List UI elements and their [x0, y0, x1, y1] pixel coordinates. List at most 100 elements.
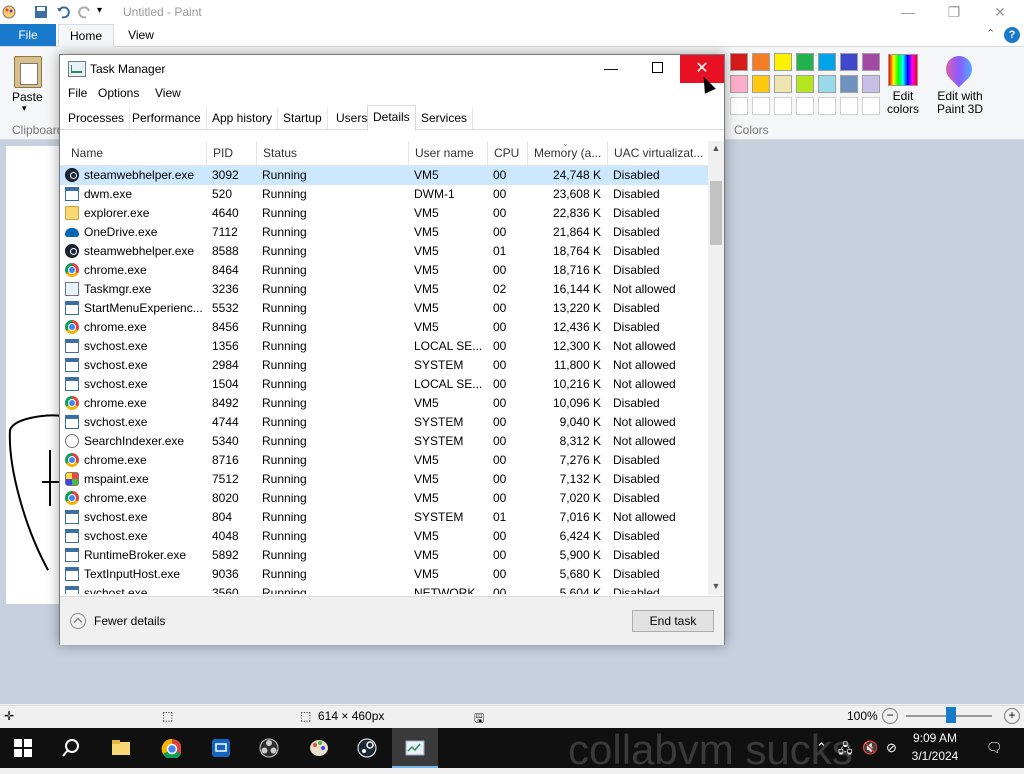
color-swatch[interactable] [730, 53, 748, 71]
color-swatch-empty[interactable] [796, 97, 814, 115]
undo-icon[interactable] [56, 5, 70, 19]
fewer-details-link[interactable]: Fewer details [94, 614, 165, 628]
customize-qat-icon[interactable]: ▾ [97, 5, 111, 19]
end-task-button[interactable]: End task [632, 610, 714, 632]
paint-maximize-button[interactable]: ❐ [931, 2, 977, 22]
table-row[interactable]: SearchIndexer.exe 5340 Running SYSTEM 00 8,31… [60, 432, 708, 451]
taskbar-app-remote[interactable] [198, 728, 244, 768]
column-header[interactable]: CPU [487, 141, 527, 165]
table-row[interactable]: svchost.exe 804 Running SYSTEM 01 7,016 K Not … [60, 508, 708, 527]
scroll-up-icon[interactable]: ▲ [708, 143, 724, 153]
network-icon[interactable]: 🖧 [838, 740, 853, 762]
table-row[interactable]: dwm.exe 520 Running DWM-1 00 23,608 K Disabled [60, 185, 708, 204]
color-swatch[interactable] [774, 53, 792, 71]
color-swatch[interactable] [818, 53, 836, 71]
table-row[interactable]: chrome.exe 8464 Running VM5 00 18,716 K Disabl… [60, 261, 708, 280]
task-manager-titlebar[interactable]: Task Manager — ✕ [60, 55, 724, 83]
taskbar-chrome[interactable] [148, 728, 194, 768]
table-row[interactable]: svchost.exe 4048 Running VM5 00 6,424 K Disabl… [60, 527, 708, 546]
tray-clock-date[interactable]: 3/1/2024 [904, 749, 966, 763]
tab-processes[interactable]: Processes [63, 108, 131, 129]
color-swatch-empty[interactable] [840, 97, 858, 115]
tab-services[interactable]: Services [416, 108, 474, 129]
table-row[interactable]: chrome.exe 8456 Running VM5 00 12,436 K Disabl… [60, 318, 708, 337]
menu-view[interactable]: View [155, 86, 181, 100]
paint-canvas[interactable] [6, 146, 66, 604]
taskbar-task-manager[interactable] [392, 728, 438, 768]
table-row[interactable]: chrome.exe 8716 Running VM5 00 7,276 K Disable… [60, 451, 708, 470]
help-icon[interactable]: ? [1004, 27, 1020, 43]
table-row[interactable]: svchost.exe 3560 Running NETWORK... 00 5,604 … [60, 584, 708, 594]
process-list-scroll-thumb[interactable] [710, 181, 722, 245]
taskbar-file-explorer[interactable] [98, 728, 144, 768]
menu-options[interactable]: Options [98, 86, 139, 100]
color-swatch-empty[interactable] [862, 97, 880, 115]
table-row[interactable]: Taskmgr.exe 3236 Running VM5 02 16,144 K Not a… [60, 280, 708, 299]
network-disconnected-icon[interactable]: ⊘ [886, 740, 897, 756]
color-swatch[interactable] [840, 53, 858, 71]
color-swatch[interactable] [818, 75, 836, 93]
edit-with-paint3d-label[interactable]: Edit with Paint 3D [934, 90, 986, 116]
column-header[interactable]: Status [256, 141, 408, 165]
notifications-icon[interactable]: 🗨 [986, 740, 1003, 756]
paint-tab-view[interactable]: View [118, 24, 164, 46]
zoom-out-button[interactable]: − [882, 708, 898, 724]
taskbar-steam[interactable] [344, 728, 390, 768]
scroll-down-icon[interactable]: ▼ [708, 581, 724, 591]
color-swatch-empty[interactable] [818, 97, 836, 115]
color-swatch[interactable] [840, 75, 858, 93]
tab-app-history[interactable]: App history [207, 108, 279, 129]
edit-colors-label[interactable]: Edit colors [884, 90, 922, 116]
table-row[interactable]: steamwebhelper.exe 8588 Running VM5 01 18,764… [60, 242, 708, 261]
table-row[interactable]: TextInputHost.exe 9036 Running VM5 00 5,680 K… [60, 565, 708, 584]
chevron-up-icon[interactable] [70, 613, 86, 629]
tray-overflow-icon[interactable]: ⌃ [816, 740, 827, 756]
table-row[interactable]: RuntimeBroker.exe 5892 Running VM5 00 5,900 K… [60, 546, 708, 565]
table-row[interactable]: chrome.exe 8020 Running VM5 00 7,020 K Disable… [60, 489, 708, 508]
color-swatch[interactable] [862, 53, 880, 71]
color-swatch[interactable] [730, 75, 748, 93]
table-row[interactable]: StartMenuExperienc... 5532 Running VM5 00 13,… [60, 299, 708, 318]
menu-file[interactable]: File [68, 86, 87, 100]
tab-details[interactable]: Details [367, 105, 416, 131]
maximize-button[interactable] [634, 55, 680, 83]
color-swatch[interactable] [752, 75, 770, 93]
color-swatch[interactable] [774, 75, 792, 93]
tab-performance[interactable]: Performance [127, 108, 207, 129]
table-row[interactable]: svchost.exe 2984 Running SYSTEM 00 11,800 K No… [60, 356, 708, 375]
edit-colors-icon[interactable] [888, 54, 918, 86]
color-swatch-empty[interactable] [730, 97, 748, 115]
tab-startup[interactable]: Startup [278, 108, 328, 129]
table-row[interactable]: svchost.exe 1356 Running LOCAL SE... 00 12,30… [60, 337, 708, 356]
color-swatch[interactable] [796, 75, 814, 93]
minimize-button[interactable]: — [588, 55, 634, 83]
table-row[interactable]: chrome.exe 8492 Running VM5 00 10,096 K Disabl… [60, 394, 708, 413]
zoom-slider-thumb[interactable] [946, 707, 956, 723]
table-row[interactable]: explorer.exe 4640 Running VM5 00 22,836 K Disa… [60, 204, 708, 223]
start-button[interactable] [0, 728, 46, 768]
taskbar-obs[interactable] [246, 728, 292, 768]
volume-muted-icon[interactable]: 🔇 [862, 740, 878, 756]
details-process-list[interactable]: steamwebhelper.exe 3092 Running VM5 00 24,748… [60, 166, 708, 594]
column-header[interactable]: User name [408, 141, 487, 165]
paste-button-label[interactable]: Paste [12, 90, 43, 104]
color-swatch-empty[interactable] [752, 97, 770, 115]
column-header[interactable]: UAC virtualizat... [607, 141, 703, 165]
redo-icon[interactable] [78, 5, 92, 19]
tray-clock-time[interactable]: 9:09 AM [904, 731, 966, 745]
paint-tab-file[interactable]: File [0, 24, 56, 46]
column-header[interactable]: PID [206, 141, 256, 165]
paste-dropdown-icon[interactable]: ▾ [22, 103, 27, 114]
table-row[interactable]: svchost.exe 4744 Running SYSTEM 00 9,040 K Not… [60, 413, 708, 432]
color-swatch[interactable] [862, 75, 880, 93]
table-row[interactable]: steamwebhelper.exe 3092 Running VM5 00 24,748… [60, 166, 708, 185]
zoom-in-button[interactable]: + [1004, 708, 1020, 724]
paint-minimize-button[interactable]: — [885, 2, 931, 22]
table-row[interactable]: svchost.exe 1504 Running LOCAL SE... 00 10,21… [60, 375, 708, 394]
ribbon-collapse-icon[interactable]: ⌃ [986, 27, 995, 40]
paint-close-button[interactable]: ✕ [977, 2, 1023, 22]
taskbar-search-button[interactable] [48, 728, 94, 768]
taskbar-paint[interactable] [296, 728, 342, 768]
table-row[interactable]: mspaint.exe 7512 Running VM5 00 7,132 K Disabl… [60, 470, 708, 489]
column-header[interactable]: Name [65, 141, 206, 165]
